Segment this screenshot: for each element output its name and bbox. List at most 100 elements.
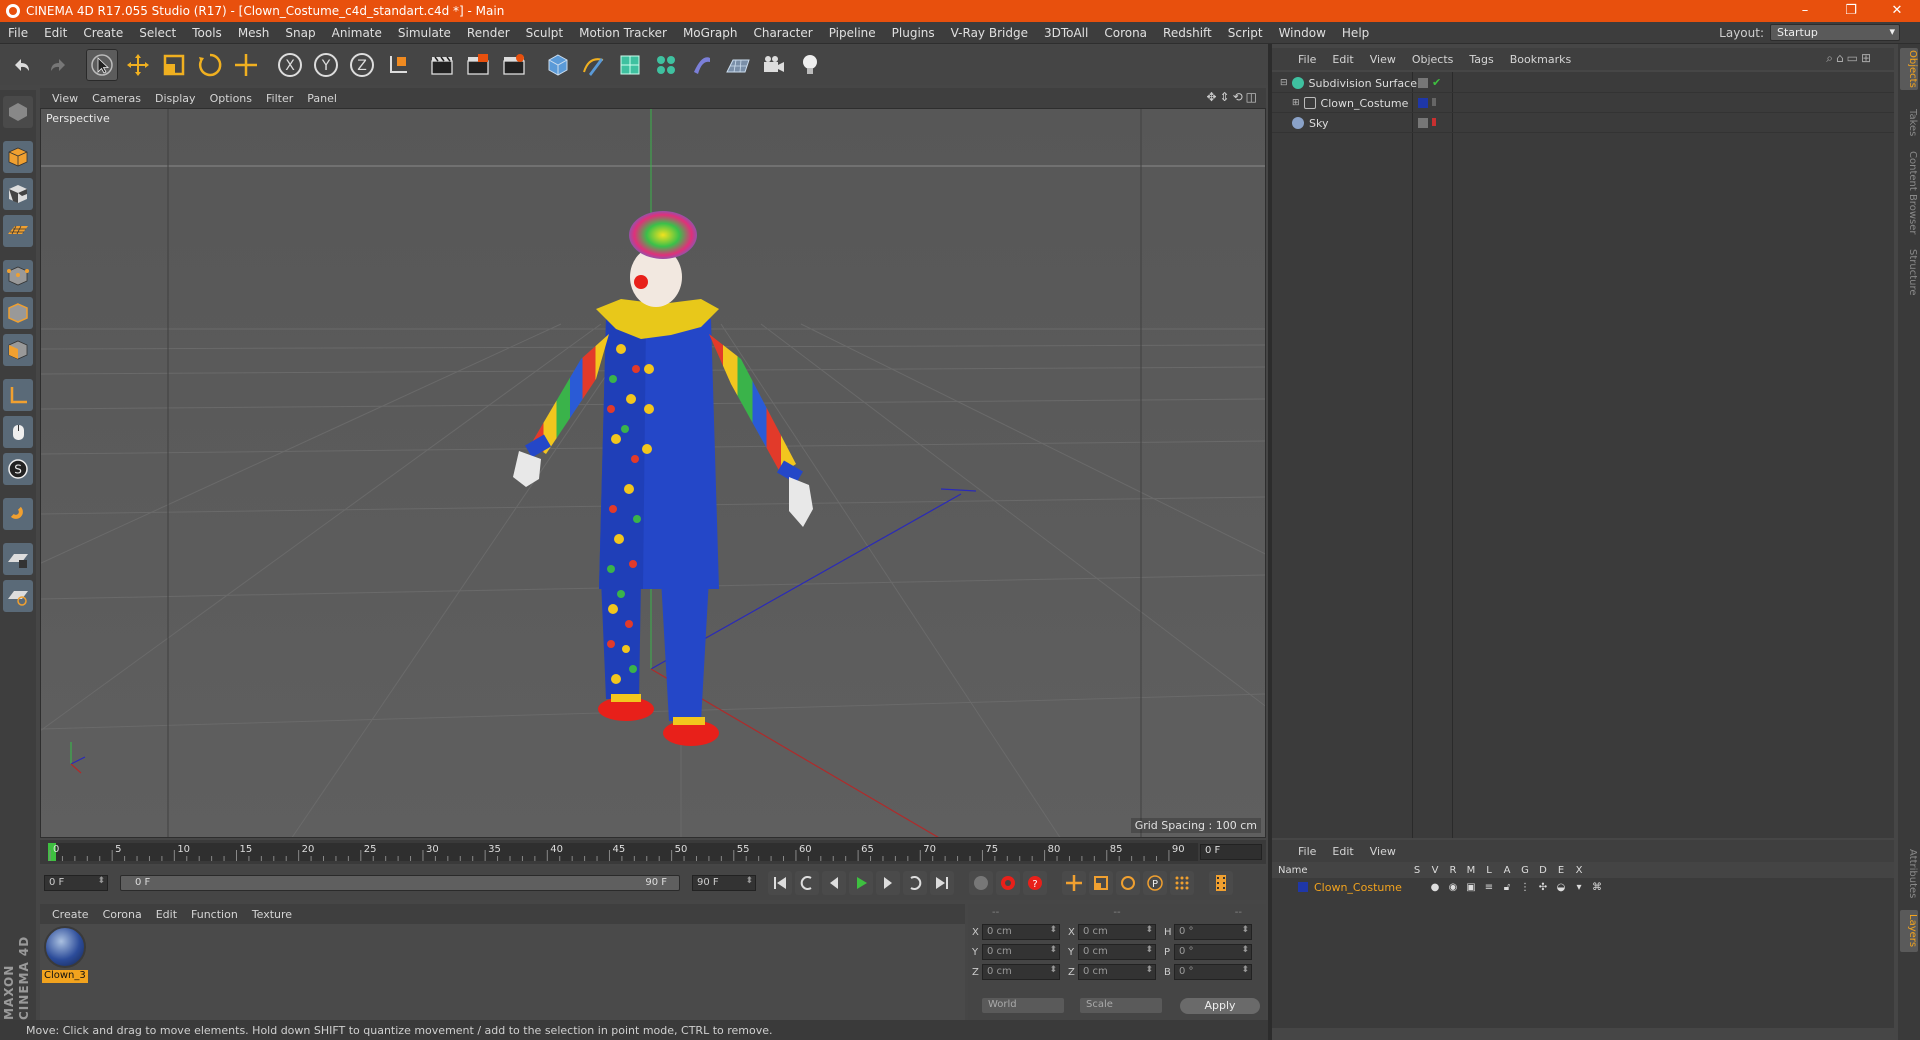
enabled-check-icon[interactable]: ✔ <box>1432 77 1442 88</box>
restore-button[interactable]: ❐ <box>1828 0 1874 22</box>
menu-animate[interactable]: Animate <box>324 26 390 40</box>
viewport-menu-display[interactable]: Display <box>155 92 196 105</box>
perspective-viewport[interactable]: Perspective Grid Spacing : 100 cm <box>40 108 1266 838</box>
om-menu-tags[interactable]: Tags <box>1469 53 1493 66</box>
make-editable-button[interactable] <box>3 96 33 128</box>
key-position-button[interactable] <box>1062 871 1086 895</box>
minimize-button[interactable]: – <box>1782 0 1828 22</box>
material-swatch[interactable] <box>44 926 86 968</box>
lock-toggle-icon[interactable]: 🔓︎ <box>1498 882 1516 893</box>
render-region-button[interactable] <box>462 49 494 81</box>
menu-redshift[interactable]: Redshift <box>1155 26 1220 40</box>
viewport-nav-icons[interactable]: ✥⇕⟲◫ <box>1206 90 1260 104</box>
position-z-field[interactable]: 0 cm <box>982 964 1060 980</box>
edges-mode-button[interactable] <box>3 297 33 329</box>
size-x-field[interactable]: 0 cm <box>1078 924 1156 940</box>
workplane-mode-button[interactable] <box>3 215 33 247</box>
om-search-home-icons[interactable]: ⌕⌂▭⊞ <box>1826 51 1874 66</box>
om-menu-edit[interactable]: Edit <box>1332 53 1353 66</box>
om-menu-bookmarks[interactable]: Bookmarks <box>1510 53 1571 66</box>
texture-mode-button[interactable] <box>3 178 33 210</box>
viewport-menu-panel[interactable]: Panel <box>307 92 337 105</box>
play-forward-button[interactable] <box>849 871 873 895</box>
x-axis-lock-button[interactable]: X <box>274 49 306 81</box>
rotation-p-field[interactable]: 0 ° <box>1174 944 1252 960</box>
undo-button[interactable] <box>6 49 38 81</box>
menu-mograph[interactable]: MoGraph <box>675 26 746 40</box>
tab-attributes[interactable]: Attributes <box>1900 844 1918 904</box>
key-pla-button[interactable] <box>1170 871 1194 895</box>
tab-layers[interactable]: Layers <box>1900 910 1918 952</box>
live-selection-button[interactable] <box>86 49 118 81</box>
deformer-toggle-icon[interactable]: ◒ <box>1552 882 1570 893</box>
material-menu-function[interactable]: Function <box>191 908 238 921</box>
magnet-snap-button[interactable] <box>3 498 33 530</box>
add-floor-button[interactable] <box>722 49 754 81</box>
goto-previous-key-button[interactable] <box>795 871 819 895</box>
material-manager-area[interactable]: Clown_3 <box>40 924 965 1028</box>
goto-previous-frame-button[interactable] <box>822 871 846 895</box>
keyframe-selection-button[interactable]: ? <box>1023 871 1047 895</box>
add-camera-button[interactable] <box>758 49 790 81</box>
object-manager-list[interactable]: ⊟ Subdivision Surface ✔ ⊞ Clown_Costume … <box>1272 72 1894 838</box>
menu-motion-tracker[interactable]: Motion Tracker <box>571 26 675 40</box>
recent-tool-button[interactable] <box>230 49 262 81</box>
menu-mesh[interactable]: Mesh <box>230 26 278 40</box>
menu-3dtoall[interactable]: 3DToAll <box>1036 26 1096 40</box>
generator-toggle-icon[interactable]: ✣ <box>1534 882 1552 893</box>
layout-select[interactable]: Startup <box>1770 24 1900 41</box>
render-view-button[interactable] <box>426 49 458 81</box>
lm-menu-edit[interactable]: Edit <box>1332 845 1353 858</box>
goto-next-frame-button[interactable] <box>876 871 900 895</box>
add-light-button[interactable] <box>794 49 826 81</box>
timeline-window-button[interactable] <box>1209 871 1233 895</box>
lm-menu-file[interactable]: File <box>1298 845 1316 858</box>
viewport-menu-filter[interactable]: Filter <box>266 92 293 105</box>
solo-toggle-icon[interactable]: ● <box>1426 882 1444 893</box>
om-menu-view[interactable]: View <box>1370 53 1396 66</box>
snap-button[interactable]: S <box>3 453 33 485</box>
menu-plugins[interactable]: Plugins <box>884 26 943 40</box>
tab-content-browser[interactable]: Content Browser <box>1900 148 1918 238</box>
menu-snap[interactable]: Snap <box>277 26 323 40</box>
object-row-sky[interactable]: Sky <box>1272 114 1894 133</box>
xref-toggle-icon[interactable]: ⌘ <box>1588 882 1606 893</box>
layer-manager-list[interactable]: Clown_Costume ● ◉ ▣ ≡ 🔓︎ ⋮ ✣ ◒ ▾ ⌘ <box>1272 878 1894 1028</box>
material-name-label[interactable]: Clown_3 <box>42 970 88 983</box>
menu-pipeline[interactable]: Pipeline <box>821 26 884 40</box>
menu-script[interactable]: Script <box>1220 26 1271 40</box>
axis-mode-button[interactable] <box>3 379 33 411</box>
menu-corona[interactable]: Corona <box>1096 26 1155 40</box>
add-cube-button[interactable] <box>542 49 574 81</box>
render-toggle-icon[interactable]: ▣ <box>1462 882 1480 893</box>
manager-toggle-icon[interactable]: ≡ <box>1480 882 1498 893</box>
menu-render[interactable]: Render <box>459 26 518 40</box>
tab-takes[interactable]: Takes <box>1900 106 1918 140</box>
om-menu-objects[interactable]: Objects <box>1412 53 1454 66</box>
rotation-b-field[interactable]: 0 ° <box>1174 964 1252 980</box>
tab-structure[interactable]: Structure <box>1900 244 1918 300</box>
collapse-toggle-icon[interactable]: ⊟ <box>1280 78 1288 88</box>
render-to-picture-viewer-button[interactable] <box>498 49 530 81</box>
menu-vray-bridge[interactable]: V-Ray Bridge <box>943 26 1036 40</box>
expand-toggle-icon[interactable]: ⊞ <box>1292 98 1300 108</box>
start-frame-field[interactable]: 0 F <box>44 875 108 891</box>
layer-color-swatch[interactable] <box>1298 882 1308 892</box>
animation-toggle-icon[interactable]: ⋮ <box>1516 882 1534 893</box>
tweak-mode-button[interactable] <box>3 416 33 448</box>
key-parameter-button[interactable]: P <box>1143 871 1167 895</box>
coordinate-space-select[interactable]: World <box>982 998 1064 1013</box>
autokeying-button[interactable] <box>996 871 1020 895</box>
material-menu-edit[interactable]: Edit <box>156 908 177 921</box>
goto-start-button[interactable] <box>768 871 792 895</box>
grid-snap-button[interactable] <box>3 580 33 612</box>
lm-menu-view[interactable]: View <box>1370 845 1396 858</box>
menu-sculpt[interactable]: Sculpt <box>518 26 571 40</box>
visibility-dots-icon[interactable] <box>1432 98 1436 106</box>
viewport-menu-cameras[interactable]: Cameras <box>92 92 141 105</box>
menu-edit[interactable]: Edit <box>36 26 75 40</box>
polygons-mode-button[interactable] <box>3 334 33 366</box>
goto-next-key-button[interactable] <box>903 871 927 895</box>
visibility-dots-icon[interactable] <box>1418 78 1428 88</box>
add-deformer-button[interactable] <box>686 49 718 81</box>
